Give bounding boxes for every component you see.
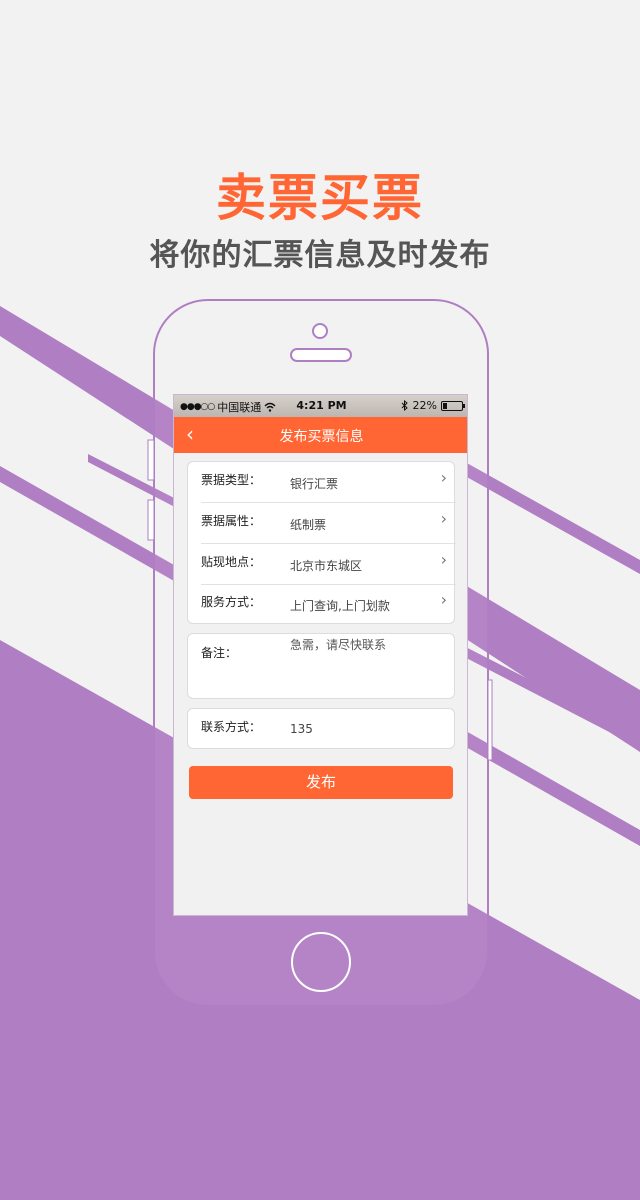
battery-icon (441, 400, 465, 411)
form-row-label: 票据类型： (201, 473, 262, 487)
contact-input[interactable]: 135 (290, 722, 313, 736)
form-row-value: 上门查询,上门划款 (290, 599, 390, 613)
form-row-label: 贴现地点： (201, 555, 262, 569)
form-row-discount-location[interactable]: 贴现地点： 北京市东城区 › (188, 544, 456, 585)
form-row-service-method[interactable]: 服务方式： 上门查询,上门划款 › (188, 584, 456, 625)
promo-subline: 将你的汇票信息及时发布 (149, 238, 491, 273)
bluetooth-icon (401, 400, 408, 411)
phone-screen: ●●●○○ 中国联通 4:21 PM 22% ‹ 发布买票信息 票据类型： 银行 (173, 394, 468, 916)
chevron-right-icon: › (440, 550, 447, 569)
form-row-bill-attribute[interactable]: 票据属性： 纸制票 › (188, 503, 456, 544)
chevron-right-icon: › (440, 468, 447, 487)
battery-level (443, 402, 447, 409)
note-card[interactable]: 备注： 急需，请尽快联系 (187, 633, 455, 699)
promo-headline: 卖票买票 (216, 169, 424, 227)
form-row-bill-type[interactable]: 票据类型： 银行汇票 › (188, 462, 456, 503)
chevron-right-icon: › (440, 590, 447, 609)
form-row-value: 北京市东城区 (290, 559, 363, 573)
note-textarea[interactable]: 急需，请尽快联系 (290, 636, 386, 653)
battery-percent: 22% (412, 399, 437, 412)
note-label: 备注： (201, 646, 238, 660)
status-bar: ●●●○○ 中国联通 4:21 PM 22% (174, 395, 467, 417)
form-row-value: 纸制票 (290, 518, 327, 532)
contact-label: 联系方式： (201, 720, 262, 734)
chevron-right-icon: › (440, 509, 447, 528)
form-card: 票据类型： 银行汇票 › 票据属性： 纸制票 › 贴现地点： 北京市东城区 › … (187, 461, 456, 625)
form-row-label: 服务方式： (201, 595, 262, 609)
publish-button[interactable]: 发布 (189, 766, 453, 799)
page-title: 发布买票信息 (279, 429, 364, 445)
phone-camera (312, 323, 328, 339)
phone-home-button (291, 932, 351, 992)
form-row-label: 票据属性： (201, 514, 262, 528)
nav-bar: ‹ 发布买票信息 (174, 417, 467, 453)
contact-card: 联系方式： 135 (187, 708, 455, 749)
form-row-value: 银行汇票 (290, 477, 339, 491)
phone-speaker (290, 348, 352, 362)
